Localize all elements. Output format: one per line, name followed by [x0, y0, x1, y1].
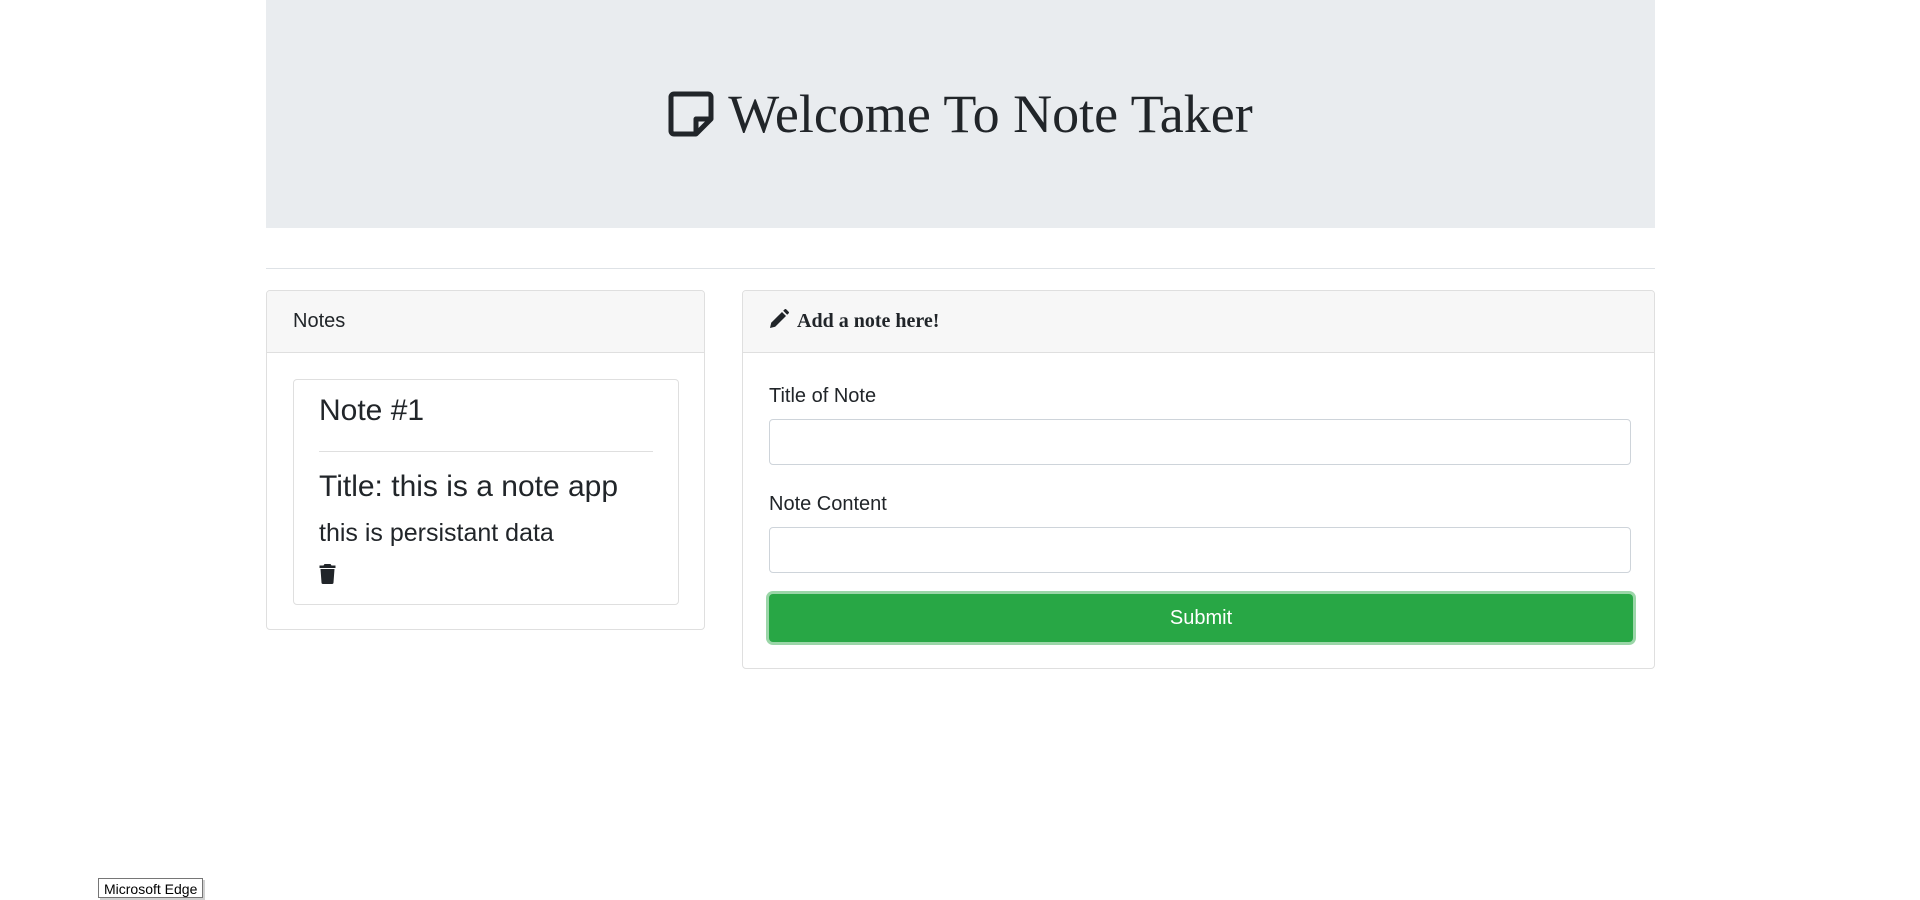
sticky-note-icon	[668, 91, 714, 137]
note-item: Note #1 Title: this is a note app this i…	[293, 379, 679, 605]
title-input[interactable]	[769, 419, 1631, 465]
content-input[interactable]	[769, 527, 1631, 573]
divider	[266, 268, 1655, 269]
title-label: Title of Note	[769, 385, 877, 407]
pencil-icon	[769, 308, 789, 335]
notes-card-header: Notes	[267, 291, 704, 353]
notes-card: Notes Note #1 Title: this is a note app …	[266, 290, 705, 630]
page: Welcome To Note Taker Notes Note #1 Titl…	[0, 0, 1920, 900]
add-note-card-header: Add a note here!	[743, 291, 1654, 353]
add-note-header-label: Add a note here!	[797, 310, 940, 332]
notes-header-label: Notes	[293, 310, 346, 332]
submit-button[interactable]: Submit	[769, 594, 1633, 642]
jumbotron: Welcome To Note Taker	[266, 0, 1655, 228]
note-title: Title: this is a note app	[319, 470, 619, 503]
browser-tooltip: Microsoft Edge	[98, 878, 204, 898]
page-title-text: Welcome To Note Taker	[728, 84, 1253, 144]
trash-icon[interactable]	[319, 563, 336, 589]
add-note-card: Add a note here! Title of Note Note Cont…	[742, 290, 1655, 669]
note-content: this is persistant data	[319, 519, 554, 547]
content-label: Note Content	[769, 493, 887, 515]
note-divider	[319, 451, 653, 452]
page-title: Welcome To Note Taker	[668, 83, 1253, 145]
note-heading: Note #1	[319, 394, 425, 427]
